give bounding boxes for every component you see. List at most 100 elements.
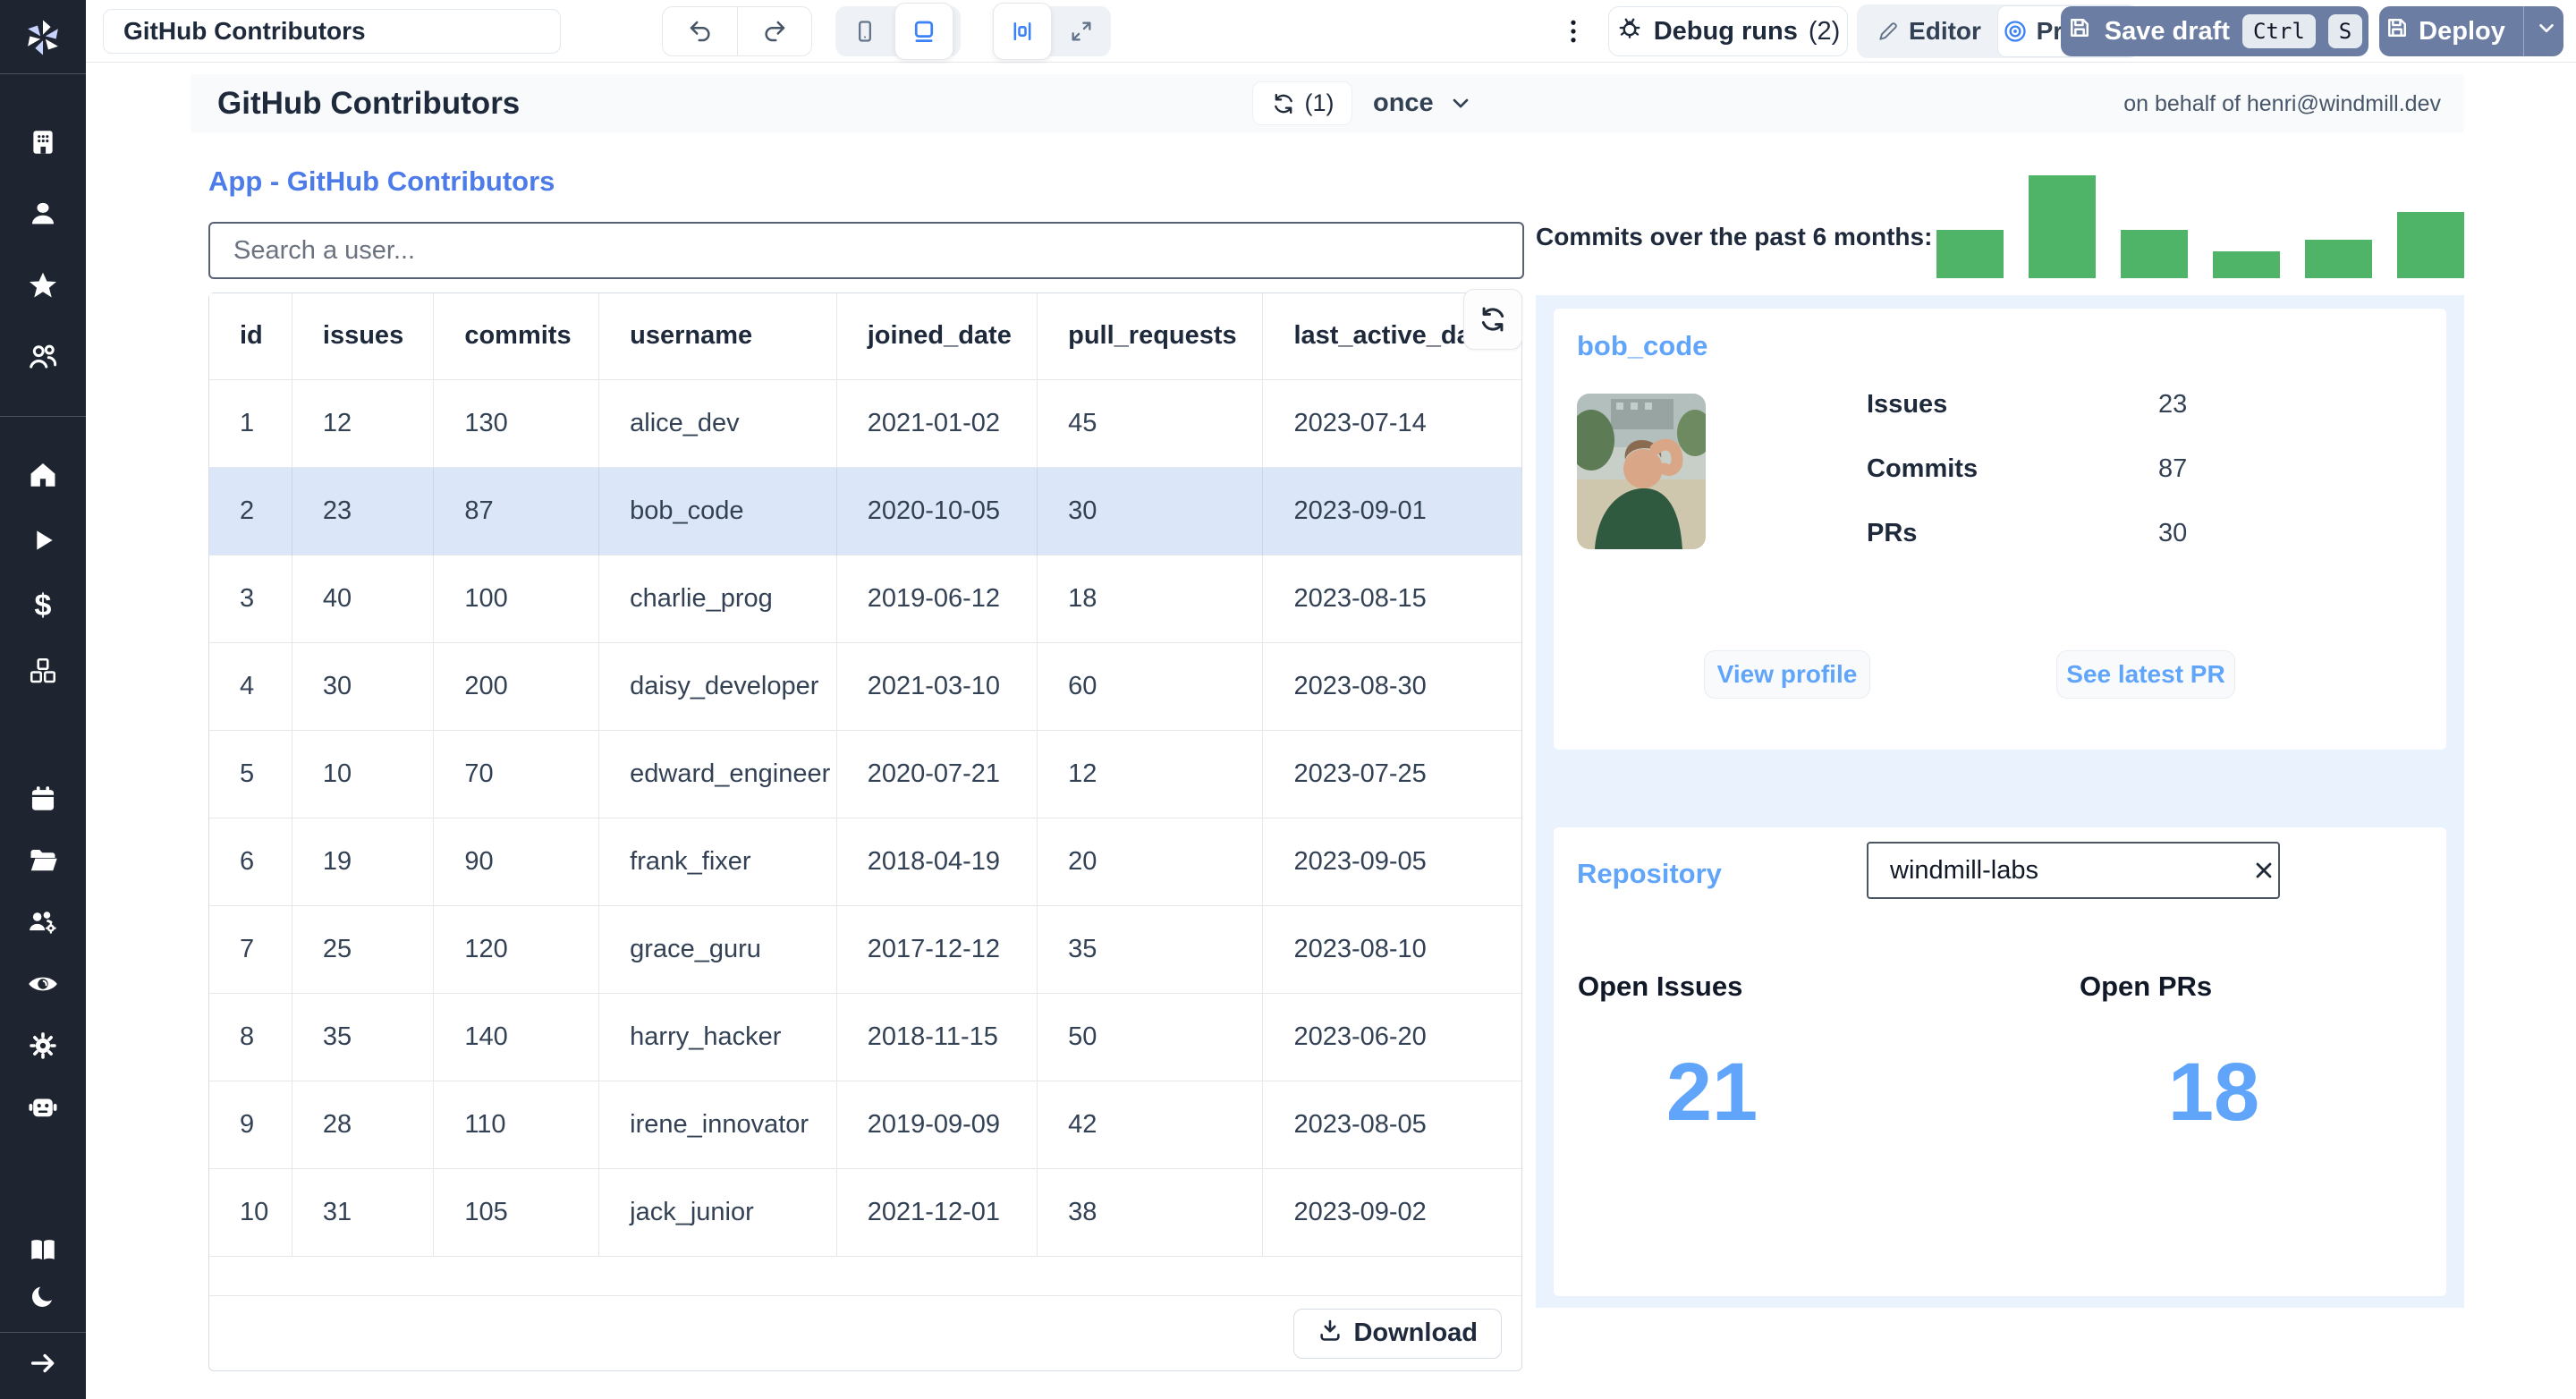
table-cell: 2023-07-25: [1262, 729, 1521, 818]
undo-button undo-icon[interactable]: [663, 7, 737, 55]
table-cell: 38: [1037, 1167, 1264, 1256]
debug-runs-button[interactable]: Debug runs (2): [1608, 6, 1848, 56]
table-cell: 5: [209, 729, 292, 818]
sidebar-item-home home-icon[interactable]: [0, 442, 86, 507]
table-cell: jack_junior: [598, 1167, 837, 1256]
fullscreen-button expand-icon[interactable]: [1052, 6, 1111, 56]
sidebar-item-variables dollar-icon[interactable]: $: [0, 572, 86, 638]
table-cell: 120: [433, 904, 600, 993]
table-row[interactable]: 8 35 140 harry_hacker 2018-11-15 50 2023-06-20: [209, 992, 1521, 1081]
align-center-button align-center-icon[interactable]: [993, 3, 1052, 60]
repository-card: Repository Open Issues Open PRs 21 18: [1554, 827, 2446, 1296]
stat-row: Issues 23: [1867, 390, 2368, 420]
sidebar-expand arrow-right-icon[interactable]: [0, 1333, 86, 1394]
download-button[interactable]: Download: [1293, 1308, 1502, 1359]
open-issues-value: 21: [1665, 1047, 1758, 1138]
deploy-button[interactable]: Deploy: [2379, 6, 2563, 56]
table-row[interactable]: 9 28 110 irene_innovator 2019-09-09 42 2023-08…: [209, 1080, 1521, 1168]
table-cell: irene_innovator: [598, 1080, 837, 1168]
sidebar-item-members users-icon[interactable]: [0, 321, 86, 393]
table-row[interactable]: 3 40 100 charlie_prog 2019-06-12 18 2023-08-15: [209, 554, 1521, 642]
repository-card-title: Repository: [1577, 858, 1722, 889]
tab-editor pencil-icon[interactable]: Editor: [1860, 8, 1997, 55]
app-refresh-count: (1): [1304, 89, 1335, 116]
save-icon: [2067, 15, 2092, 47]
app-refresh-button refresh-icon[interactable]: (1): [1252, 81, 1352, 125]
table-cell: 90: [433, 817, 600, 905]
table-body: 1 12 130 alice_dev 2021-01-02 45 2023-07-14 2 23…: [209, 378, 1521, 1256]
repository-input[interactable]: [1868, 855, 2249, 886]
save-icon: [2385, 15, 2410, 47]
sidebar-item-favorites star-icon[interactable]: [0, 250, 86, 321]
table-row[interactable]: 4 30 200 daisy_developer 2021-03-10 60 2023-08…: [209, 641, 1521, 730]
stat-value: 30: [2158, 519, 2188, 547]
commit-bar-chart: [1936, 173, 2464, 278]
chart-bar: [2305, 240, 2372, 278]
table-cell: 2023-08-15: [1262, 554, 1521, 642]
sidebar-item-user user-icon[interactable]: [0, 178, 86, 250]
download-label: Download: [1353, 1318, 1478, 1347]
view-profile-button[interactable]: View profile: [1704, 650, 1870, 699]
sidebar-divider: [0, 416, 86, 417]
table-row[interactable]: 10 31 105 jack_junior 2021-12-01 38 2023-09-02: [209, 1167, 1521, 1256]
table-cell: 2017-12-12: [836, 904, 1038, 993]
sidebar-item-audit eye-icon[interactable]: [0, 953, 86, 1014]
clear-repository-button clear-icon[interactable]: [2249, 844, 2278, 897]
table-row[interactable]: 2 23 87 bob_code 2020-10-05 30 2023-09-01: [209, 466, 1521, 555]
redo-button redo-icon[interactable]: [737, 7, 811, 55]
table-cell: 12: [292, 378, 435, 467]
table-cell: 2023-08-10: [1262, 904, 1521, 993]
windmill-logo[interactable]: [0, 2, 86, 73]
avatar: [1577, 394, 1706, 549]
table-cell: harry_hacker: [598, 992, 837, 1081]
table-row[interactable]: 1 12 130 alice_dev 2021-01-02 45 2023-07-14: [209, 378, 1521, 467]
undo-redo-group: [662, 6, 812, 56]
more-menu-button kebab-icon[interactable]: [1558, 12, 1589, 51]
chart-bar: [2213, 251, 2280, 278]
table-cell: 2023-09-02: [1262, 1167, 1521, 1256]
table-empty-strip: [209, 1256, 1521, 1295]
table-cell: 9: [209, 1080, 292, 1168]
table-cell: 2020-07-21: [836, 729, 1038, 818]
search-input[interactable]: [208, 222, 1524, 279]
app-page-title: App - GitHub Contributors: [208, 165, 555, 197]
stat-value: 87: [2158, 454, 2188, 483]
schedule-value: once: [1373, 88, 1434, 117]
save-draft-button[interactable]: Save draft Ctrl S: [2061, 6, 2368, 56]
app-header-bar: GitHub Contributors (1) once on behalf o…: [191, 74, 2464, 132]
table-cell: 35: [1037, 904, 1264, 993]
table-cell: edward_engineer: [598, 729, 837, 818]
sidebar-item-schedules calendar-icon[interactable]: [0, 767, 86, 829]
sidebar: $: [0, 0, 86, 1399]
sidebar-item-theme moon-icon[interactable]: [0, 1273, 86, 1319]
app-name-input[interactable]: [103, 9, 561, 54]
deploy-options-button chevron-down-icon[interactable]: [2535, 16, 2558, 47]
table-footer: Download: [209, 1295, 1521, 1370]
mobile-view-button mobile-icon[interactable]: [835, 6, 894, 56]
column-header: commits: [433, 293, 600, 379]
schedule-dropdown[interactable]: once: [1373, 85, 1473, 121]
table-refresh-button refresh-icon[interactable]: [1463, 289, 1522, 350]
sidebar-item-runs play-icon[interactable]: [0, 507, 86, 572]
table-cell: 2018-11-15: [836, 992, 1038, 1081]
stat-row: Commits 87: [1867, 454, 2368, 484]
sidebar-item-ai robot-icon[interactable]: [0, 1076, 86, 1138]
table-cell: 2023-09-05: [1262, 817, 1521, 905]
sidebar-item-groups users-gear-icon[interactable]: [0, 891, 86, 953]
table-cell: 2023-08-05: [1262, 1080, 1521, 1168]
sidebar-item-resources cubes-icon[interactable]: [0, 638, 86, 703]
table-row[interactable]: 5 10 70 edward_engineer 2020-07-21 12 2023-07-…: [209, 729, 1521, 818]
repository-input-wrap: [1867, 842, 2280, 899]
sidebar-item-folders folder-icon[interactable]: [0, 829, 86, 891]
table-row[interactable]: 6 19 90 frank_fixer 2018-04-19 20 2023-09-05: [209, 817, 1521, 905]
table-cell: 2023-09-01: [1262, 466, 1521, 555]
stat-label: Issues: [1867, 390, 1948, 419]
table-cell: 2019-06-12: [836, 554, 1038, 642]
stat-label: PRs: [1867, 519, 1918, 547]
sidebar-item-docs book-icon[interactable]: [0, 1226, 86, 1273]
desktop-view-button desktop-icon[interactable]: [894, 3, 953, 60]
sidebar-item-workers gear-icon[interactable]: [0, 1014, 86, 1076]
sidebar-item-workspace building-icon[interactable]: [0, 106, 86, 178]
see-latest-pr-button[interactable]: See latest PR: [2056, 650, 2235, 699]
table-row[interactable]: 7 25 120 grace_guru 2017-12-12 35 2023-08-10: [209, 904, 1521, 993]
